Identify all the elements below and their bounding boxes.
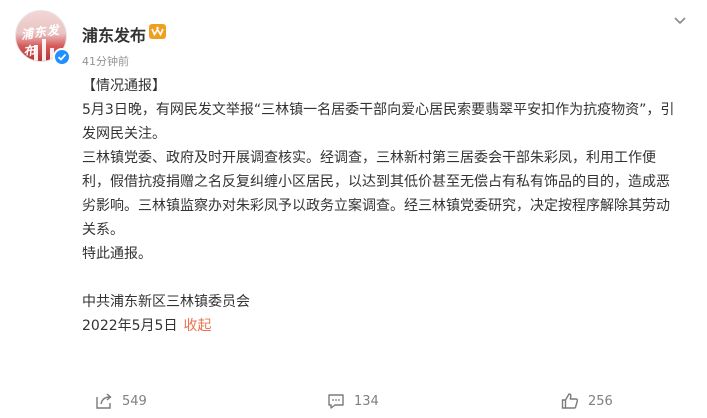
avatar[interactable]: 浦东发布 [15,10,73,68]
chevron-down-icon[interactable] [672,12,688,28]
thumbs-up-icon [561,393,579,409]
like-count: 256 [588,393,613,409]
collapse-link[interactable]: 收起 [183,318,211,334]
comment-icon [328,394,344,409]
share-count: 549 [122,393,147,409]
author-name[interactable]: 浦东发布 [82,22,146,46]
post-date: 2022年5月5日 [82,318,178,334]
like-button[interactable]: 256 [560,391,613,411]
post-signature: 中共浦东新区三林镇委员会 [82,294,250,310]
share-icon [96,393,112,409]
post-paragraph-2: 三林镇党委、政府及时开展调查核实。经调查，三林新村第三居委会干部朱彩凤，利用工作… [82,150,670,238]
post-date-line: 2022年5月5日 收起 [82,314,682,338]
weibo-post-card: 浦东发布 浦东发布 41分钟前 【情况通报】 5月3日晚，有网民发文举报“三林镇… [0,0,707,418]
post-paragraph-1: 5月3日晚，有网民发文举报“三林镇一名居委干部向爱心居民索要翡翠平安扣作为抗疫物… [82,102,675,142]
verified-badge-icon [53,48,71,66]
share-button[interactable]: 549 [94,391,147,411]
post-time[interactable]: 41分钟前 [82,53,129,69]
comment-button[interactable]: 134 [326,391,379,411]
post-content: 【情况通报】 5月3日晚，有网民发文举报“三林镇一名居委干部向爱心居民索要翡翠平… [82,74,682,338]
post-heading: 【情况通报】 [82,78,166,94]
post-paragraph-3: 特此通报。 [82,246,152,262]
action-bar: 549 134 256 [0,386,707,418]
comment-count: 134 [354,393,379,409]
vip-badge-icon[interactable] [149,24,166,39]
